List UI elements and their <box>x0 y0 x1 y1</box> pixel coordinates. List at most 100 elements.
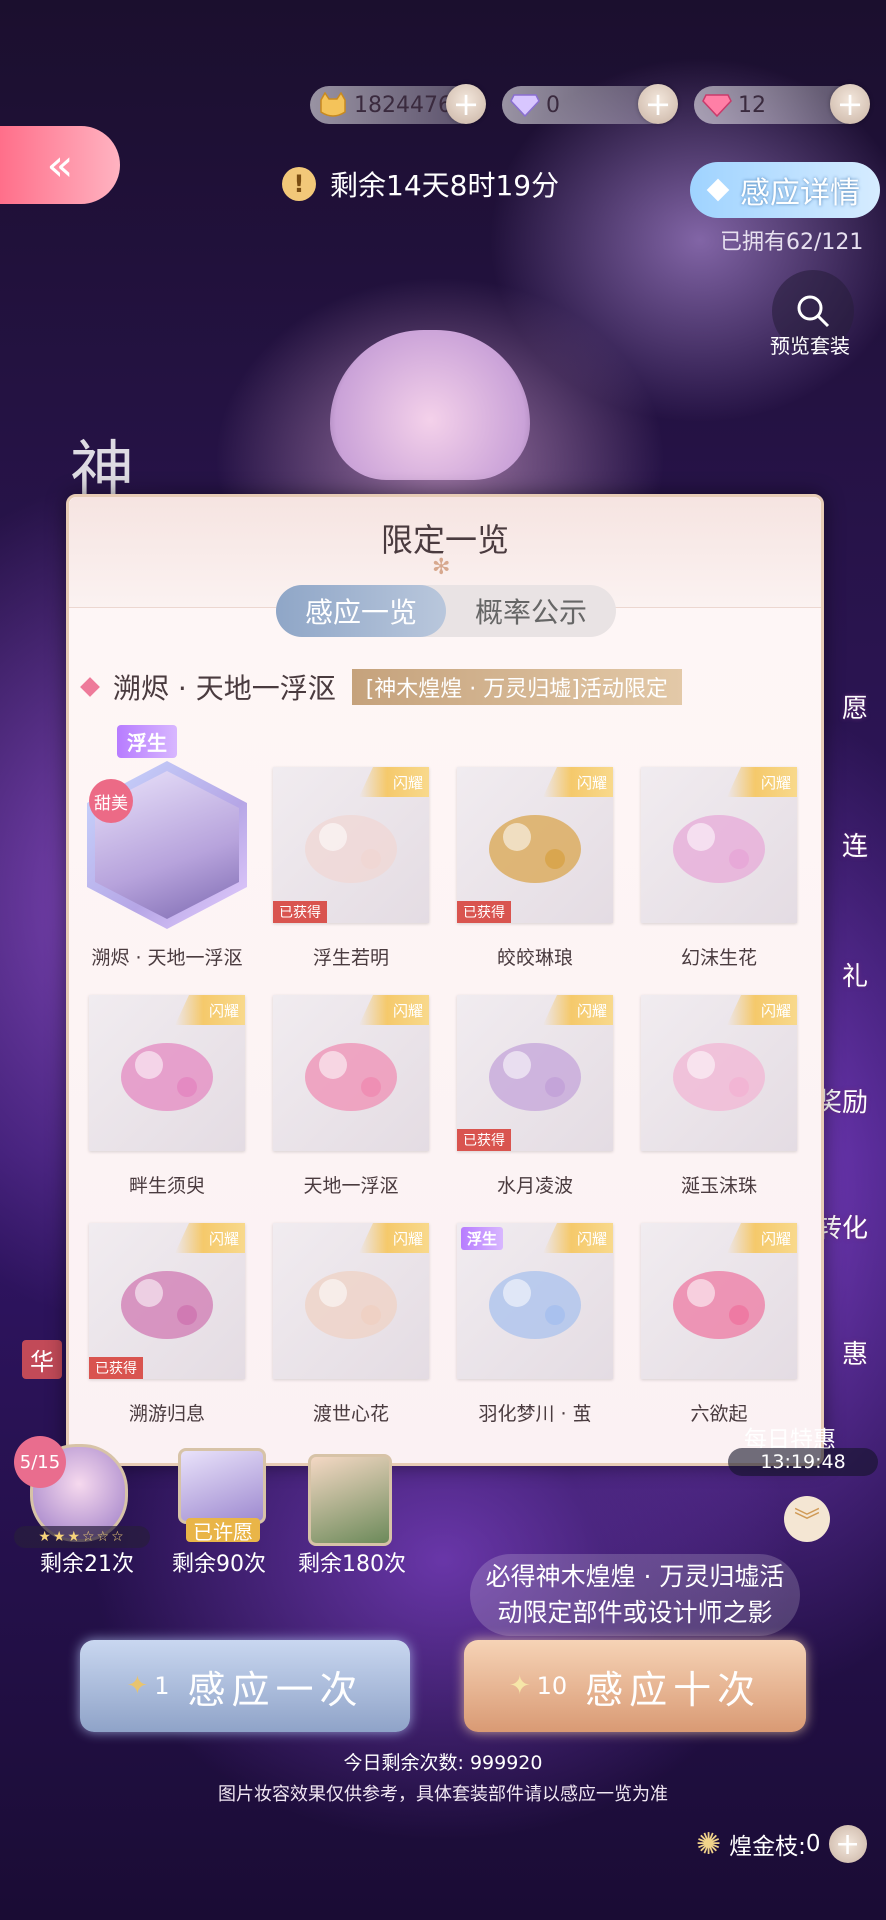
add-crystal-button[interactable]: + <box>830 84 870 124</box>
pink-crystal-icon <box>702 90 732 120</box>
crystal-amount: 12 <box>738 92 766 118</box>
crystal-currency: 12 + <box>694 84 870 124</box>
induct-once-label: 感应一次 <box>187 1667 364 1712</box>
suit-name: 溯烬 · 天地一浮沤 <box>113 672 336 705</box>
item-art <box>489 1271 581 1339</box>
item-name: 溯游归息 <box>128 1403 205 1425</box>
timer-text: 剩余14天8时19分 <box>330 169 560 202</box>
star-token-icon: ✦ <box>126 1671 149 1701</box>
item-thumbnail: 闪耀已获得 <box>457 995 613 1151</box>
cat-coin-icon <box>318 90 348 120</box>
obtained-tag: 已获得 <box>273 901 327 923</box>
shine-tag: 闪耀 <box>543 767 613 797</box>
obtained-tag: 已获得 <box>457 901 511 923</box>
guarantee-line-1: 必得神木煌煌 · 万灵归墟活 <box>485 1562 785 1591</box>
preview-suit-label: 预览套装 <box>770 334 850 358</box>
obtained-tag: 已获得 <box>89 1357 143 1379</box>
item-art <box>305 1043 397 1111</box>
item-name: 涎玉沫珠 <box>680 1175 757 1197</box>
induct-once-cost-value: 1 <box>154 1672 170 1700</box>
add-gold-button[interactable]: + <box>446 84 486 124</box>
star-token-icon: ✦ <box>508 1671 531 1701</box>
modal-tabs: 感应一览 概率公示 <box>276 585 616 637</box>
shine-tag: 闪耀 <box>727 995 797 1025</box>
warning-icon: ! <box>282 167 316 201</box>
fusheng-tag: 浮生 <box>461 1227 504 1250</box>
pool-1-remaining: 剩余21次 <box>40 1552 134 1577</box>
item-name: 水月凌波 <box>496 1175 573 1197</box>
limited-overview-modal: 限定一览 ✻ 感应一览 概率公示 溯烬 · 天地一浮沤 [神木煌煌 · 万灵归墟… <box>66 494 824 1466</box>
sweet-style-badge: 甜美 <box>89 779 133 823</box>
pool-2[interactable] <box>178 1448 266 1524</box>
fusheng-badge: 浮生 <box>117 725 177 758</box>
huangjinzhi-label: 煌金枝: <box>729 1834 806 1860</box>
item-name: 皎皎琳琅 <box>496 947 573 969</box>
item-art <box>305 815 397 883</box>
magnifier-icon <box>797 295 830 328</box>
side-item-link[interactable]: 连 <box>842 826 868 863</box>
item-thumbnail: 闪耀 <box>641 1223 797 1379</box>
item-thumbnail: 闪耀 <box>641 995 797 1151</box>
shine-tag: 闪耀 <box>175 995 245 1025</box>
item-art <box>673 1043 765 1111</box>
item-thumbnail: 闪耀 浮生 <box>457 1223 613 1379</box>
wished-badge: 已许愿 <box>186 1518 260 1544</box>
pool-progress-badge: 5/15 <box>14 1436 66 1488</box>
shine-tag: 闪耀 <box>175 1223 245 1253</box>
add-huangjinzhi-button[interactable]: + <box>828 1825 867 1863</box>
induct-once-cost: ✦ 1 <box>126 1671 169 1701</box>
tab-induction-overview[interactable]: 感应一览 <box>276 585 446 637</box>
item-name: 渡世心花 <box>312 1403 389 1425</box>
item-thumbnail: 闪耀 <box>273 1223 429 1379</box>
induct-ten-cost: ✦ 10 <box>509 1671 567 1701</box>
item-art <box>305 1271 397 1339</box>
induct-once-button[interactable]: ✦ 1 感应一次 <box>80 1640 410 1732</box>
suit-diamond-icon <box>80 677 100 697</box>
chevron-down-icon[interactable]: ︾ <box>784 1496 830 1542</box>
item-thumbnail: 闪耀 <box>273 995 429 1151</box>
induction-detail-button[interactable]: 感应详情 <box>690 162 880 218</box>
pool-stars: ★★★☆☆☆ <box>14 1526 150 1548</box>
pool-2-avatar <box>178 1448 266 1524</box>
limited-event-tag: [神木煌煌 · 万灵归墟]活动限定 <box>351 669 682 705</box>
pool-3-remaining: 剩余180次 <box>298 1552 406 1577</box>
induct-ten-cost-value: 10 <box>536 1672 568 1700</box>
pool-2-remaining: 剩余90次 <box>172 1552 266 1577</box>
item-name: 羽化梦川 · 茧 <box>478 1403 592 1425</box>
shine-tag: 闪耀 <box>359 767 429 797</box>
induct-ten-label: 感应十次 <box>585 1667 762 1712</box>
pool-3[interactable] <box>308 1454 392 1546</box>
shine-tag: 闪耀 <box>359 995 429 1025</box>
back-button[interactable]: « <box>0 126 120 204</box>
item-art <box>673 815 765 883</box>
shine-tag: 闪耀 <box>543 995 613 1025</box>
item-thumbnail: 闪耀 <box>641 767 797 923</box>
add-diamond-button[interactable]: + <box>638 84 678 124</box>
shine-tag: 闪耀 <box>727 767 797 797</box>
side-item-gift[interactable]: 礼 <box>842 956 868 993</box>
item-name: 浮生若明 <box>312 947 389 969</box>
item-thumbnail: 闪耀已获得 <box>89 1223 245 1379</box>
side-left-tag[interactable]: 华 <box>22 1340 62 1379</box>
obtained-tag: 已获得 <box>457 1129 511 1151</box>
side-item-discount[interactable]: 惠 <box>842 1334 868 1371</box>
pool-3-avatar <box>308 1454 392 1546</box>
item-name: 天地一浮沤 <box>303 1175 399 1197</box>
item-name: 畔生须臾 <box>128 1175 205 1197</box>
huangjinzhi-value: 0 <box>805 1831 821 1857</box>
tab-probability[interactable]: 概率公示 <box>446 585 616 637</box>
item-name: 幻沫生花 <box>680 947 757 969</box>
item-art <box>121 1043 213 1111</box>
item-art <box>489 1043 581 1111</box>
item-thumbnail: 闪耀 <box>89 995 245 1151</box>
detail-button-label: 感应详情 <box>740 176 860 211</box>
item-art <box>673 1271 765 1339</box>
huangjinzhi-currency: ✺ 煌金枝: 0 + <box>696 1824 867 1864</box>
character-head <box>330 330 530 480</box>
daily-remaining: 今日剩余次数: 999920 <box>343 1752 543 1774</box>
guarantee-line-2: 动限定部件或设计师之影 <box>497 1598 773 1627</box>
side-item-wish[interactable]: 愿 <box>842 688 868 725</box>
disclaimer: 图片妆容效果仅供参考，具体套装部件请以感应一览为准 <box>218 1784 668 1805</box>
induct-ten-button[interactable]: ✦ 10 感应十次 <box>464 1640 806 1732</box>
guarantee-text: 必得神木煌煌 · 万灵归墟活 动限定部件或设计师之影 <box>470 1554 800 1636</box>
